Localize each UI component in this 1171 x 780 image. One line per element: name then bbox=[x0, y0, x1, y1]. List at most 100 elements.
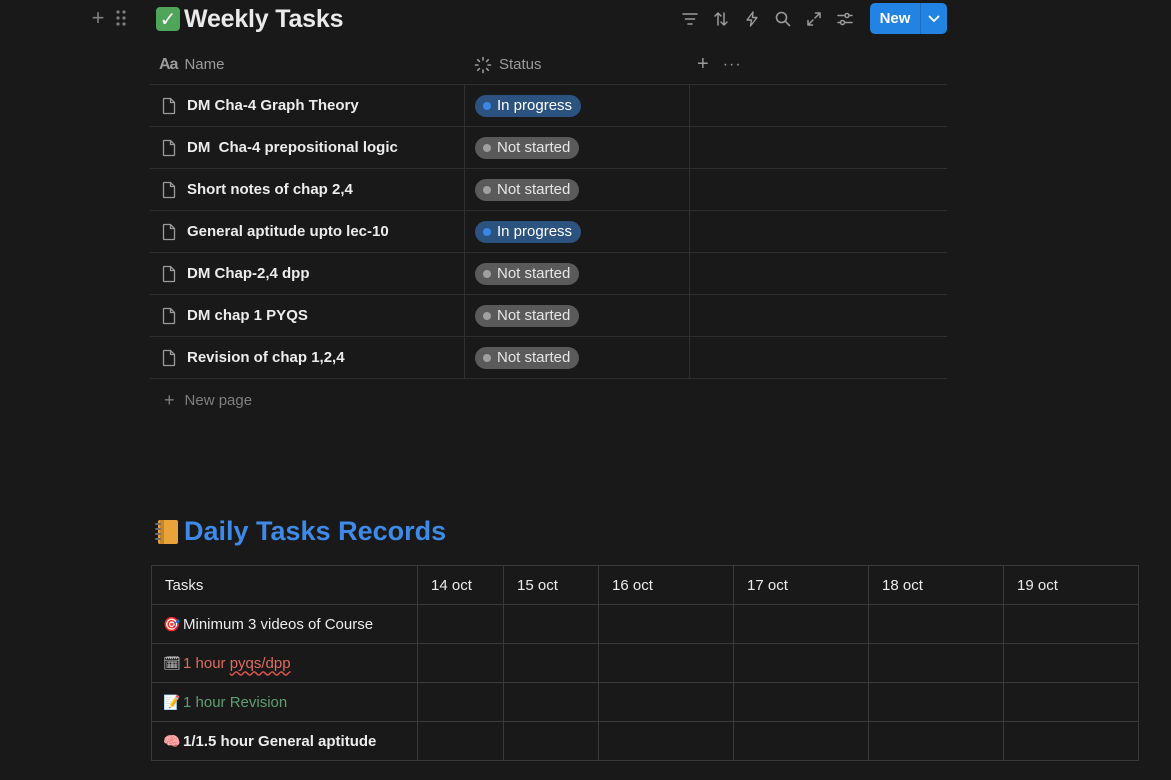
status-label: In progress bbox=[497, 223, 573, 240]
status-badge[interactable]: Not started bbox=[475, 304, 580, 327]
day-cell[interactable] bbox=[503, 682, 599, 722]
database-title[interactable]: ✓ Weekly Tasks bbox=[156, 4, 343, 34]
status-badge[interactable]: In progress bbox=[475, 220, 582, 243]
task-cell[interactable]: 🎯 Minimum 3 videos of Course bbox=[151, 604, 418, 644]
status-cell[interactable]: Not started bbox=[464, 295, 689, 336]
table-row[interactable]: DM Cha-4 Graph Theory In progress bbox=[150, 85, 947, 127]
day-cell[interactable] bbox=[1003, 682, 1139, 722]
day-cell[interactable] bbox=[1003, 721, 1139, 761]
new-page-button[interactable]: + New page bbox=[150, 379, 947, 421]
day-cell[interactable] bbox=[868, 643, 1004, 683]
status-cell[interactable]: Not started bbox=[464, 169, 689, 210]
row-title: DM chap 1 PYQS bbox=[187, 307, 308, 324]
filter-icon[interactable] bbox=[678, 7, 702, 31]
name-cell[interactable]: General aptitude upto lec-10 bbox=[150, 211, 464, 252]
memo-icon: 📝 bbox=[163, 693, 181, 710]
day-cell[interactable] bbox=[598, 682, 734, 722]
day-cell[interactable] bbox=[503, 604, 599, 644]
task-label: Minimum 3 videos of Course bbox=[183, 615, 374, 633]
status-dot-icon bbox=[483, 353, 491, 362]
day-cell[interactable] bbox=[598, 643, 734, 683]
day-cell[interactable] bbox=[1003, 604, 1139, 644]
empty-cell[interactable] bbox=[689, 253, 947, 294]
table-row[interactable]: DM chap 1 PYQS Not started bbox=[150, 295, 947, 337]
automation-lightning-icon[interactable] bbox=[740, 7, 764, 31]
status-cell[interactable]: Not started bbox=[464, 253, 689, 294]
table-row: 🗓 1 hour pyqs/dpp bbox=[151, 643, 1139, 683]
table-row[interactable]: General aptitude upto lec-10 In progress bbox=[150, 211, 947, 253]
empty-cell[interactable] bbox=[689, 337, 947, 378]
table-row: 📝 1 hour Revision bbox=[151, 682, 1139, 722]
day-cell[interactable] bbox=[733, 682, 869, 722]
day-cell[interactable] bbox=[417, 643, 504, 683]
empty-cell[interactable] bbox=[689, 127, 947, 168]
day-cell[interactable] bbox=[733, 721, 869, 761]
day-cell[interactable] bbox=[868, 721, 1004, 761]
day-cell[interactable] bbox=[868, 604, 1004, 644]
day-cell[interactable] bbox=[598, 721, 734, 761]
page-icon bbox=[161, 349, 177, 367]
status-cell[interactable]: In progress bbox=[464, 211, 689, 252]
status-badge[interactable]: Not started bbox=[475, 136, 580, 159]
empty-cell[interactable] bbox=[689, 169, 947, 210]
day-cell[interactable] bbox=[733, 643, 869, 683]
empty-cell[interactable] bbox=[689, 85, 947, 126]
expand-icon[interactable] bbox=[802, 7, 826, 31]
status-label: In progress bbox=[497, 97, 573, 114]
name-cell[interactable]: DM Cha-4 prepositional logic bbox=[150, 127, 464, 168]
name-cell[interactable]: DM Chap-2,4 dpp bbox=[150, 253, 464, 294]
status-badge[interactable]: Not started bbox=[475, 262, 580, 285]
status-cell[interactable]: Not started bbox=[464, 337, 689, 378]
table-body: DM Cha-4 Graph Theory In progress DM Cha-4… bbox=[150, 85, 947, 379]
status-dot-icon bbox=[483, 185, 491, 194]
drag-handle-icon[interactable] bbox=[114, 8, 128, 28]
day-cell[interactable] bbox=[417, 604, 504, 644]
text-property-icon: Aa bbox=[159, 55, 178, 73]
column-header-name[interactable]: Aa Name bbox=[150, 45, 464, 84]
day-cell[interactable] bbox=[417, 682, 504, 722]
task-cell[interactable]: 📝 1 hour Revision bbox=[151, 682, 418, 722]
table-row: 🎯 Minimum 3 videos of Course bbox=[151, 604, 1139, 644]
page-icon bbox=[161, 223, 177, 241]
search-icon[interactable] bbox=[771, 7, 795, 31]
name-cell[interactable]: Revision of chap 1,2,4 bbox=[150, 337, 464, 378]
page-icon bbox=[161, 139, 177, 157]
table-row[interactable]: Revision of chap 1,2,4 Not started bbox=[150, 337, 947, 379]
notebook-icon bbox=[155, 519, 178, 544]
status-badge[interactable]: Not started bbox=[475, 178, 580, 201]
status-badge[interactable]: In progress bbox=[475, 94, 582, 117]
table-row[interactable]: DM Cha-4 prepositional logic Not started bbox=[150, 127, 947, 169]
status-badge[interactable]: Not started bbox=[475, 346, 580, 369]
day-cell[interactable] bbox=[868, 682, 1004, 722]
add-property-icon[interactable]: + bbox=[697, 53, 709, 76]
add-block-icon[interactable]: + bbox=[88, 7, 108, 29]
status-cell[interactable]: In progress bbox=[464, 85, 689, 126]
name-cell[interactable]: Short notes of chap 2,4 bbox=[150, 169, 464, 210]
new-button[interactable]: New bbox=[870, 3, 947, 34]
row-title: DM Cha-4 prepositional logic bbox=[187, 139, 398, 156]
column-header-status[interactable]: Status bbox=[464, 45, 689, 84]
task-cell[interactable]: 🧠 1/1.5 hour General aptitude bbox=[151, 721, 418, 761]
day-cell[interactable] bbox=[1003, 643, 1139, 683]
table-row[interactable]: DM Chap-2,4 dpp Not started bbox=[150, 253, 947, 295]
sort-icon[interactable] bbox=[709, 7, 733, 31]
empty-cell[interactable] bbox=[689, 211, 947, 252]
day-cell[interactable] bbox=[733, 604, 869, 644]
task-label: 1 hour Revision bbox=[183, 693, 288, 711]
row-title: DM Cha-4 Graph Theory bbox=[187, 97, 359, 114]
day-cell[interactable] bbox=[598, 604, 734, 644]
settings-sliders-icon[interactable] bbox=[833, 7, 857, 31]
name-cell[interactable]: DM chap 1 PYQS bbox=[150, 295, 464, 336]
table-row[interactable]: Short notes of chap 2,4 Not started bbox=[150, 169, 947, 211]
chevron-down-icon[interactable] bbox=[921, 3, 947, 34]
name-cell[interactable]: DM Cha-4 Graph Theory bbox=[150, 85, 464, 126]
more-options-icon[interactable]: ··· bbox=[723, 56, 742, 74]
status-cell[interactable]: Not started bbox=[464, 127, 689, 168]
empty-cell[interactable] bbox=[689, 295, 947, 336]
row-title: Short notes of chap 2,4 bbox=[187, 181, 353, 198]
day-cell[interactable] bbox=[503, 721, 599, 761]
task-cell[interactable]: 🗓 1 hour pyqs/dpp bbox=[151, 643, 418, 683]
header-cell: 16 oct bbox=[612, 576, 653, 594]
day-cell[interactable] bbox=[503, 643, 599, 683]
day-cell[interactable] bbox=[417, 721, 504, 761]
